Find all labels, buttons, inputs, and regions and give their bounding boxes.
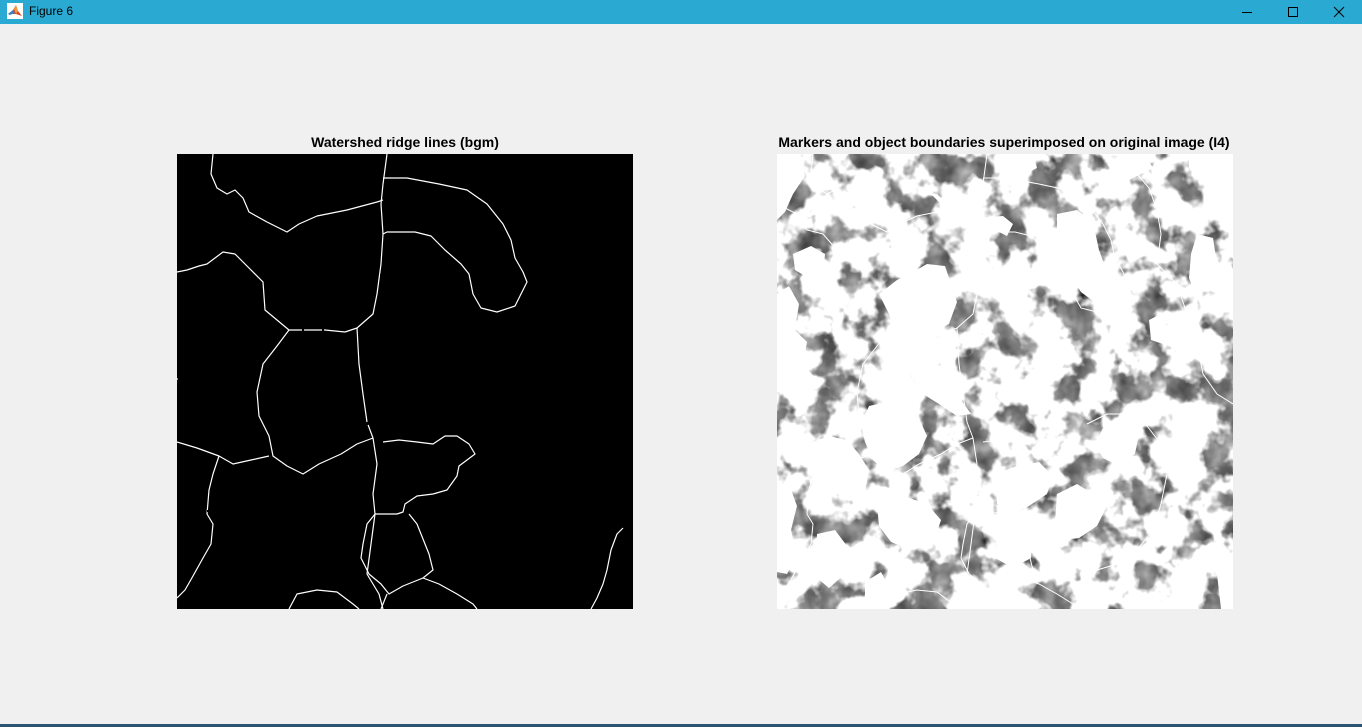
- maximize-icon: [1287, 6, 1299, 18]
- right-axes-title: Markers and object boundaries superimpos…: [778, 134, 1230, 150]
- window-titlebar[interactable]: Figure 6: [0, 0, 1362, 24]
- figure-canvas: Watershed ridge lines (bgm) Markers and …: [0, 24, 1362, 724]
- maximize-button[interactable]: [1270, 0, 1316, 24]
- close-icon: [1333, 6, 1345, 18]
- minimize-button[interactable]: [1224, 0, 1270, 24]
- window-title: Figure 6: [29, 4, 74, 18]
- close-button[interactable]: [1316, 0, 1362, 24]
- ridge-lines-image: [176, 153, 633, 610]
- markers-overlay-image: [776, 153, 1234, 610]
- matlab-logo-icon: [7, 3, 23, 19]
- left-axes-title: Watershed ridge lines (bgm): [311, 134, 499, 150]
- minimize-icon: [1241, 6, 1253, 18]
